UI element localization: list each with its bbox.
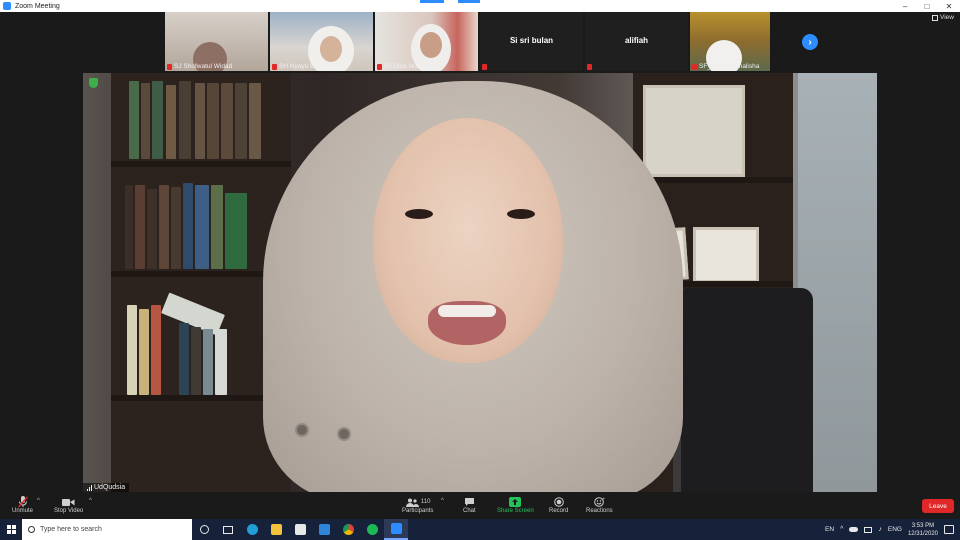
speaker-name: UdQudsia [94,484,126,491]
chat-label: Chat [463,508,476,514]
video-options-chevron-icon[interactable]: ^ [89,498,92,504]
search-icon [28,526,35,533]
share-screen-label: Share Screen [497,508,534,514]
microphone-muted-icon [17,496,28,508]
clock-time: 3:53 PM [911,522,935,529]
photo-frame [693,227,759,283]
taskbar-search-box[interactable]: Type here to search [22,519,192,540]
mic-muted-icon [167,63,172,70]
window-controls: – □ ✕ [894,0,960,12]
cloud-icon[interactable] [849,527,859,532]
participant-thumbnail-strip: SJ Shofwatul Widad SH Nyayu Lutfia M... … [165,12,770,71]
task-view-icon[interactable] [216,519,240,540]
clock-date: 12/31/2020 [907,530,938,537]
leave-button[interactable]: Leave [922,499,954,513]
reactions-button[interactable]: + Reactions [586,496,613,514]
mail-icon[interactable] [312,519,336,540]
view-label: View [940,14,954,21]
video-camera-icon [62,496,75,508]
spotify-icon[interactable] [360,519,384,540]
search-placeholder: Type here to search [40,526,102,533]
participant-name: SJ Shofwatul Widad [174,63,233,70]
mic-muted-icon [692,63,697,70]
record-label: Record [549,508,569,514]
participants-button[interactable]: 110 Participants [402,496,433,514]
store-icon[interactable] [288,519,312,540]
view-button[interactable]: View [932,14,954,21]
start-button[interactable] [0,519,22,540]
screen-tab-indicator [420,0,444,3]
stop-video-button[interactable]: Stop Video [54,496,83,514]
active-speaker-video: UdQudsia [83,73,877,492]
reactions-label: Reactions [586,508,613,514]
window-title: Zoom Meeting [15,2,60,10]
wall-picture-frame [643,85,745,177]
participant-thumbnail[interactable]: SH Nyayu Lutfia M... [270,12,373,71]
ime-indicator[interactable]: ENG [888,526,902,533]
encryption-shield-icon[interactable] [89,78,98,88]
windows-taskbar: Type here to search EN ^ ♪ ENG 3:53 PM 1… [0,519,960,540]
meeting-toolbar: Unmute ^ Stop Video ^ 110 Participants ^… [0,494,960,519]
participant-name: SH Nyayu Lutfia M... [279,63,339,70]
cortana-icon[interactable] [192,519,216,540]
grid-view-icon [932,14,939,21]
file-explorer-icon[interactable] [264,519,288,540]
screen-tab-indicator-secondary [458,0,480,3]
participant-thumbnail[interactable]: SJ Shofwatul Widad [165,12,268,71]
record-button[interactable]: Record [549,496,568,514]
record-icon [553,496,564,508]
minimize-icon[interactable]: – [894,0,916,12]
meeting-stage: View SJ Shofwatul Widad SH Nyayu Lutfia … [0,12,960,494]
volume-icon[interactable]: ♪ [878,526,882,533]
network-icon[interactable] [864,526,873,533]
chrome-icon[interactable] [336,519,360,540]
mic-muted-icon [587,64,592,70]
windows-logo-icon [6,525,16,534]
system-tray: EN ^ ♪ ENG 3:53 PM 12/31/2020 [825,519,960,540]
taskbar-clock[interactable]: 3:53 PM 12/31/2020 [908,522,938,538]
participant-name: SF_khansa_chalisha [699,63,760,70]
mic-muted-icon [377,63,382,70]
unmute-button[interactable]: Unmute [12,496,33,514]
language-indicator[interactable]: EN [825,526,834,533]
notification-center-icon[interactable] [944,525,954,534]
participant-thumbnail[interactable]: SJ Dina Nurzain [375,12,478,71]
zoom-taskbar-icon[interactable] [384,519,408,540]
chat-bubble-icon [464,496,475,508]
zoom-app-icon [3,2,11,10]
participant-thumbnail[interactable]: alifiah [585,12,688,71]
participant-name: alifiah [624,36,649,45]
participants-chevron-icon[interactable]: ^ [441,498,444,504]
participant-thumbnail[interactable]: SF_khansa_chalisha [690,12,770,71]
unmute-label: Unmute [12,508,34,514]
zoom-window: Zoom Meeting – □ ✕ View SJ Shofwatul Wid… [0,0,960,540]
mic-muted-icon [482,64,487,70]
close-icon[interactable]: ✕ [938,0,960,12]
tray-chevron-icon[interactable]: ^ [840,526,843,533]
participant-thumbnail[interactable]: Si sri bulan [480,12,583,71]
participant-name: Si sri bulan [509,36,554,45]
speaker-name-label: UdQudsia [83,483,130,492]
maximize-icon[interactable]: □ [916,0,938,12]
svg-text:+: + [602,497,605,501]
office-chair [673,288,813,492]
next-page-arrow-icon[interactable]: › [802,34,818,50]
audio-signal-icon [87,484,92,491]
smiley-reaction-icon: + [594,496,605,508]
participants-icon [405,498,419,507]
audio-options-chevron-icon[interactable]: ^ [37,498,40,504]
mic-muted-icon [272,63,277,70]
title-bar: Zoom Meeting – □ ✕ [0,0,960,12]
stop-video-label: Stop Video [54,508,84,514]
edge-browser-icon[interactable] [240,519,264,540]
participant-name: SJ Dina Nurzain [384,63,431,70]
share-screen-button[interactable]: Share Screen [497,496,534,514]
share-screen-icon [509,496,522,508]
chat-button[interactable]: Chat [463,496,476,514]
participants-count: 110 [420,499,431,505]
participants-label: Participants [402,508,434,514]
